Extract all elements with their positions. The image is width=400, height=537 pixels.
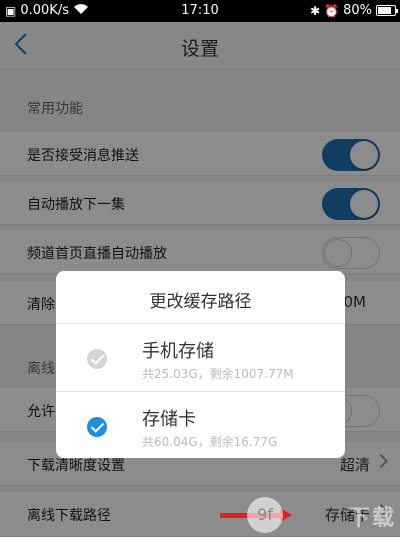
alarm-icon: ⏰ (324, 3, 340, 18)
divider (56, 391, 345, 392)
cache-path-dialog: 更改缓存路径 手机存储 共25.03G，剩余1007.77M 存储卡 共60.0… (56, 271, 345, 458)
check-circle-selected-icon (87, 417, 107, 437)
option-sd-card-detail: 共60.04G，剩余16.77G (142, 435, 278, 449)
option-sd-card[interactable]: 存储卡 共60.04G，剩余16.77G (56, 393, 345, 458)
watermark-text: 下载 (347, 506, 396, 531)
option-sd-card-name: 存储卡 (142, 409, 196, 430)
status-bar: ▣ 0.00K/s 17:10 ✱ ⏰ 80% (0, 0, 400, 22)
option-phone-storage-name: 手机存储 (142, 341, 214, 362)
check-circle-icon (87, 349, 107, 369)
dialog-title: 更改缓存路径 (149, 292, 252, 312)
watermark-logo: 9f (247, 497, 283, 533)
battery-percent: 80% (343, 3, 372, 18)
divider (56, 323, 345, 324)
battery-icon (376, 5, 398, 16)
option-phone-storage[interactable]: 手机存储 共25.03G，剩余1007.77M (56, 325, 345, 391)
option-phone-storage-detail: 共25.03G，剩余1007.77M (142, 367, 294, 381)
bluetooth-icon: ✱ (310, 3, 321, 18)
